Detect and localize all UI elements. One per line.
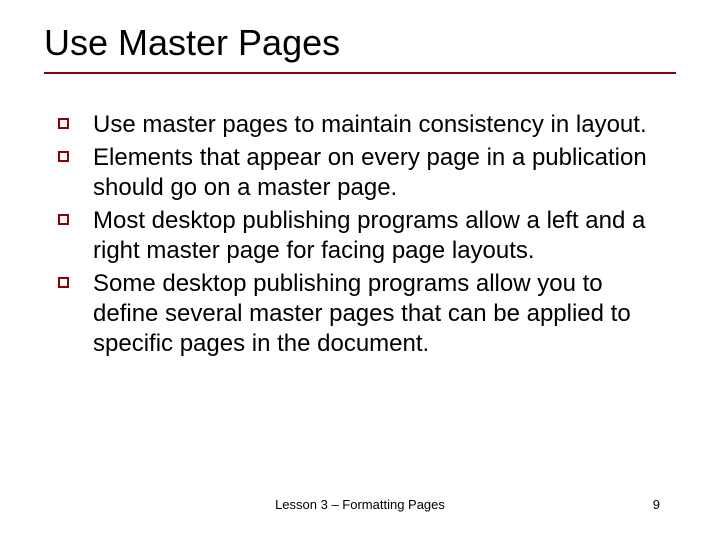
list-item: Most desktop publishing programs allow a… <box>58 206 662 266</box>
square-bullet-icon <box>58 118 69 129</box>
title-underline <box>44 72 676 74</box>
square-bullet-icon <box>58 151 69 162</box>
list-item: Some desktop publishing programs allow y… <box>58 269 662 359</box>
list-item: Use master pages to maintain consistency… <box>58 110 662 140</box>
slide: Use Master Pages Use master pages to mai… <box>0 0 720 540</box>
page-number: 9 <box>653 497 660 512</box>
bullet-list: Use master pages to maintain consistency… <box>58 110 662 359</box>
list-item: Elements that appear on every page in a … <box>58 143 662 203</box>
slide-title: Use Master Pages <box>44 22 676 64</box>
slide-body: Use master pages to maintain consistency… <box>44 110 676 359</box>
bullet-text: Some desktop publishing programs allow y… <box>93 269 662 359</box>
footer-text: Lesson 3 – Formatting Pages <box>0 497 720 512</box>
bullet-text: Use master pages to maintain consistency… <box>93 110 647 140</box>
bullet-text: Most desktop publishing programs allow a… <box>93 206 662 266</box>
square-bullet-icon <box>58 277 69 288</box>
square-bullet-icon <box>58 214 69 225</box>
bullet-text: Elements that appear on every page in a … <box>93 143 662 203</box>
